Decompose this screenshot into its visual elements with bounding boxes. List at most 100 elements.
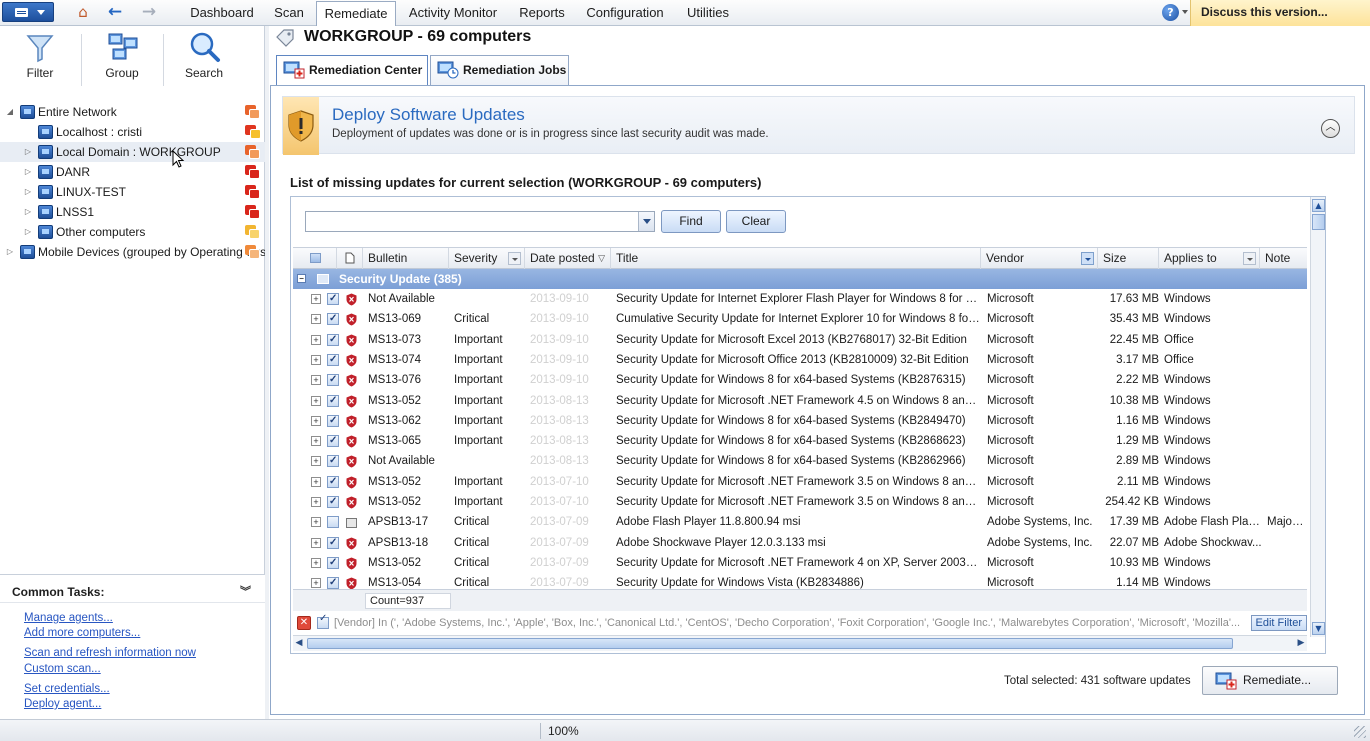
scrollbar-thumb[interactable] (1312, 214, 1325, 230)
deploy-agent-link[interactable]: Deploy agent... (24, 698, 101, 710)
clear-filter-icon[interactable]: ✕ (297, 616, 311, 630)
table-row[interactable]: + MS13-062 Important 2013-08-13 Security Upd… (293, 411, 1307, 431)
table-row[interactable]: + MS13-076 Important 2013-09-10 Security Upd… (293, 370, 1307, 390)
group-button[interactable]: Group (82, 26, 162, 90)
column-header-size[interactable]: Size (1098, 248, 1159, 269)
tree-expand-icon[interactable]: ▷ (23, 142, 33, 162)
set-credentials-link[interactable]: Set credentials... (24, 683, 110, 695)
row-checkbox[interactable] (327, 472, 339, 492)
row-expand-icon[interactable]: + (311, 415, 321, 426)
tree-expand-icon[interactable]: ▷ (23, 182, 33, 202)
row-expand-icon[interactable]: + (311, 334, 321, 345)
tree-expand-icon[interactable]: ▷ (23, 202, 33, 222)
row-expand-icon[interactable]: + (311, 517, 321, 528)
row-checkbox[interactable] (327, 516, 339, 529)
tab-dashboard[interactable]: Dashboard (182, 1, 262, 25)
tab-configuration[interactable]: Configuration (576, 1, 674, 25)
group-collapse-icon[interactable]: − (297, 274, 306, 283)
scrollbar-thumb[interactable] (307, 638, 1233, 649)
tree-item-entire-network[interactable]: ◢ Entire Network (0, 102, 265, 122)
scroll-up-icon[interactable]: ▲ (1312, 199, 1325, 212)
filter-dropdown-icon[interactable] (508, 252, 521, 265)
row-expand-icon[interactable]: + (311, 294, 321, 304)
row-checkbox[interactable] (327, 350, 339, 370)
table-row[interactable]: + Not Available 2013-09-10 Security Update … (293, 289, 1307, 309)
row-expand-icon[interactable]: + (311, 456, 321, 467)
table-row[interactable]: + APSB13-18 Critical 2013-07-09 Adobe Shockw… (293, 533, 1307, 553)
row-checkbox[interactable] (327, 451, 339, 471)
table-row[interactable]: + MS13-052 Important 2013-07-10 Security Upd… (293, 492, 1307, 512)
common-tasks-header[interactable]: Common Tasks: ︾ (0, 581, 265, 603)
table-row[interactable]: + APSB13-17 Critical 2013-07-09 Adobe Flash … (293, 512, 1307, 532)
back-arrow-icon[interactable]: ← (104, 3, 126, 22)
table-row[interactable]: + MS13-073 Important 2013-09-10 Security Upd… (293, 330, 1307, 350)
tab-utilities[interactable]: Utilities (676, 1, 740, 25)
scroll-left-icon[interactable]: ◀ (293, 637, 305, 650)
vertical-scrollbar[interactable]: ▲ ▼ (1310, 197, 1325, 637)
table-row[interactable]: + MS13-052 Important 2013-07-10 Security Upd… (293, 472, 1307, 492)
find-button[interactable]: Find (661, 210, 721, 233)
tree-item-localhost[interactable]: Localhost : cristi (0, 122, 265, 142)
filter-dropdown-icon[interactable] (1243, 252, 1256, 265)
row-expand-icon[interactable]: + (311, 395, 321, 406)
row-checkbox[interactable] (327, 370, 339, 390)
horizontal-scrollbar[interactable]: ◀ ▶ (293, 635, 1307, 651)
home-icon[interactable]: ⌂ (72, 3, 94, 22)
table-row[interactable]: + MS13-065 Important 2013-08-13 Security Upd… (293, 431, 1307, 451)
filter-dropdown-icon[interactable] (1081, 252, 1094, 265)
scan-refresh-link[interactable]: Scan and refresh information now (24, 647, 196, 659)
remediate-button[interactable]: Remediate... (1202, 666, 1338, 695)
manage-agents-link[interactable]: Manage agents... (24, 612, 113, 624)
tab-reports[interactable]: Reports (510, 1, 574, 25)
column-header-date-posted[interactable]: Date posted ▽ (525, 248, 611, 269)
row-expand-icon[interactable]: + (311, 436, 321, 447)
filter-button[interactable]: Filter (0, 26, 80, 90)
table-row[interactable]: + MS13-074 Important 2013-09-10 Security Upd… (293, 350, 1307, 370)
column-header-vendor[interactable]: Vendor (981, 248, 1098, 269)
scroll-down-icon[interactable]: ▼ (1312, 622, 1325, 635)
search-combobox[interactable] (305, 211, 655, 232)
tree-collapse-icon[interactable]: ◢ (5, 102, 15, 122)
search-button[interactable]: Search (164, 26, 244, 90)
tree-item-local-domain-workgroup[interactable]: ▷ Local Domain : WORKGROUP (0, 142, 265, 162)
tab-remediation-center[interactable]: Remediation Center (276, 55, 428, 86)
column-header-applies-to[interactable]: Applies to (1159, 248, 1260, 269)
forward-arrow-icon[interactable]: → (138, 3, 160, 22)
row-expand-icon[interactable]: + (311, 537, 321, 548)
chevron-down-icon[interactable] (638, 212, 654, 231)
row-checkbox[interactable] (327, 309, 339, 329)
resize-grip-icon[interactable] (1354, 726, 1366, 738)
tree-expand-icon[interactable]: ▷ (5, 242, 15, 262)
row-expand-icon[interactable]: + (311, 557, 321, 568)
column-header-severity[interactable]: Severity (449, 248, 525, 269)
tree-item-linux-test[interactable]: ▷ LINUX-TEST (0, 182, 265, 202)
collapse-chevron-icon[interactable]: ︾ (240, 581, 251, 603)
table-row[interactable]: + MS13-054 Critical 2013-07-09 Security Upda… (293, 573, 1307, 589)
select-all-checkbox[interactable] (310, 253, 321, 263)
collapse-up-icon[interactable]: ︿ (1321, 119, 1340, 138)
type-column-header[interactable] (337, 248, 363, 269)
edit-filter-button[interactable]: Edit Filter (1250, 615, 1307, 631)
help-icon[interactable]: ? (1162, 4, 1179, 21)
row-checkbox[interactable] (327, 431, 339, 451)
row-checkbox[interactable] (327, 289, 339, 309)
tab-remediate[interactable]: Remediate (316, 1, 396, 27)
row-checkbox[interactable] (327, 330, 339, 350)
table-row[interactable]: + MS13-069 Critical 2013-09-10 Cumulative Se… (293, 309, 1307, 329)
select-all-header[interactable] (293, 248, 337, 269)
tree-expand-icon[interactable]: ▷ (23, 162, 33, 182)
table-row[interactable]: + Not Available 2013-08-13 Security Update … (293, 451, 1307, 471)
tab-scan[interactable]: Scan (264, 1, 314, 25)
row-checkbox[interactable] (327, 573, 339, 589)
row-expand-icon[interactable]: + (311, 578, 321, 589)
column-header-title[interactable]: Title (611, 248, 981, 269)
row-expand-icon[interactable]: + (311, 497, 321, 507)
table-row[interactable]: + MS13-052 Critical 2013-07-09 Security Upda… (293, 553, 1307, 573)
column-header-bulletin[interactable]: Bulletin (363, 248, 449, 269)
tree-item-danr[interactable]: ▷ DANR (0, 162, 265, 182)
row-checkbox[interactable] (327, 533, 339, 553)
custom-scan-link[interactable]: Custom scan... (24, 663, 101, 675)
scroll-right-icon[interactable]: ▶ (1295, 637, 1307, 650)
filter-enabled-checkbox[interactable] (317, 613, 329, 629)
row-checkbox[interactable] (327, 411, 339, 431)
